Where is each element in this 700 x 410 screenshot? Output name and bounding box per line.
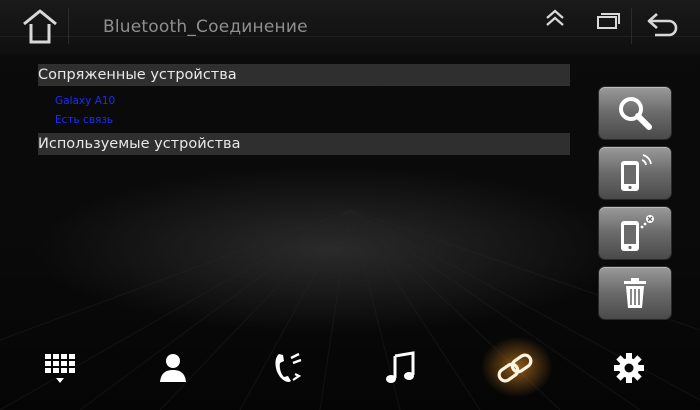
back-button[interactable] [645,8,681,38]
phone-disconnect-icon [621,215,654,251]
nav-dialpad[interactable] [39,348,79,388]
disconnect-phone-button[interactable] [599,207,671,259]
device-name[interactable]: Galaxy A10 [55,95,115,107]
delete-button[interactable] [599,267,671,319]
window-button[interactable] [595,8,623,30]
used-devices-header: Используемые устройства [38,133,570,155]
search-icon [619,97,652,130]
nav-link[interactable] [495,348,535,388]
collapse-button[interactable] [543,8,571,30]
paired-devices-header: Сопряженные устройства [38,64,570,86]
nav-settings[interactable] [609,348,649,388]
contacts-icon [160,354,186,382]
background-rays [0,209,700,410]
trash-icon [624,278,646,308]
link-icon [497,353,533,383]
call-log-icon [275,352,302,382]
collapse-icon [546,9,564,26]
page-title: Bluetooth_Соединение [103,17,308,37]
device-status: Есть связь [55,114,114,126]
window-icon [597,13,620,29]
connect-phone-button[interactable] [599,147,671,199]
home-icon [23,9,57,44]
settings-icon [614,353,644,383]
home-button[interactable] [20,6,60,46]
nav-call-log[interactable] [267,348,307,388]
dialpad-icon [45,354,75,383]
nav-music[interactable] [381,348,421,388]
back-icon [647,13,678,37]
top-separator [68,8,69,44]
nav-contacts[interactable] [153,348,193,388]
search-button[interactable] [599,87,671,139]
top-separator-right [631,8,632,44]
phone-connect-icon [621,154,652,191]
music-icon [386,351,415,383]
